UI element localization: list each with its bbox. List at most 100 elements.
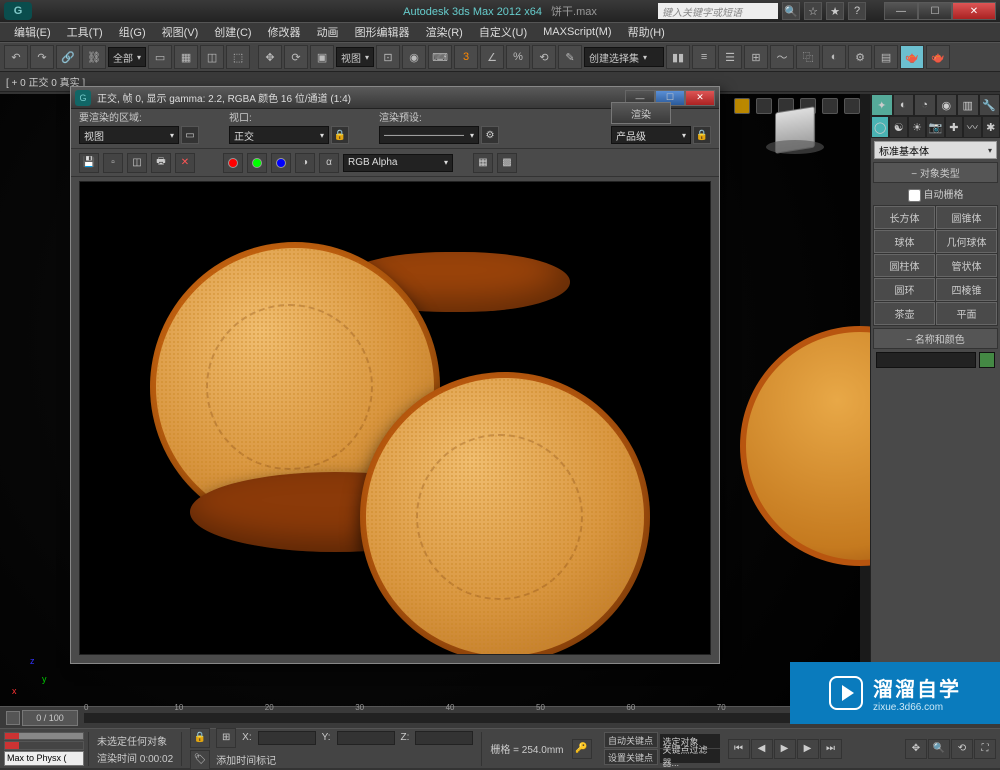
- torus-button[interactable]: 圆环: [874, 278, 935, 301]
- maxscript-listener[interactable]: Max to Physx (: [4, 751, 84, 765]
- select-object-button[interactable]: ▭: [148, 45, 172, 69]
- pyramid-button[interactable]: 四棱锥: [936, 278, 997, 301]
- align-button[interactable]: ≡: [692, 45, 716, 69]
- render-output-viewport[interactable]: [79, 181, 711, 655]
- angle-snap-button[interactable]: ∠: [480, 45, 504, 69]
- goto-end-button[interactable]: ⏭: [820, 739, 842, 759]
- shapes-subtab[interactable]: ☯: [889, 116, 907, 138]
- pan-view-button[interactable]: ✥: [905, 739, 927, 759]
- keyboard-shortcut-button[interactable]: ⌨: [428, 45, 452, 69]
- menu-modifiers[interactable]: 修改器: [260, 24, 309, 40]
- window-crossing-button[interactable]: ⬚: [226, 45, 250, 69]
- spinner-snap-button[interactable]: ⟲: [532, 45, 556, 69]
- play-button[interactable]: ▶: [774, 739, 796, 759]
- object-type-rollout[interactable]: 对象类型: [873, 162, 998, 183]
- tube-button[interactable]: 管状体: [936, 254, 997, 277]
- render-iterative-button[interactable]: 🫖: [926, 45, 950, 69]
- next-frame-button[interactable]: ▶: [797, 739, 819, 759]
- edit-named-sel-button[interactable]: ✎: [558, 45, 582, 69]
- menu-help[interactable]: 帮助(H): [620, 24, 673, 40]
- set-key-button[interactable]: 设置关键点: [604, 749, 658, 765]
- save-image-button[interactable]: 💾: [79, 153, 99, 173]
- menu-edit[interactable]: 编辑(E): [6, 24, 59, 40]
- config-icon[interactable]: [844, 98, 860, 114]
- maximize-button[interactable]: ☐: [918, 2, 952, 20]
- time-config-icon[interactable]: [6, 711, 20, 725]
- lights-subtab[interactable]: ☀: [908, 116, 926, 138]
- menu-maxscript[interactable]: MAXScript(M): [535, 26, 619, 38]
- render-button[interactable]: 渲染: [611, 102, 671, 124]
- material-editor-button[interactable]: ◐: [822, 45, 846, 69]
- enable-red-button[interactable]: [223, 153, 243, 173]
- helpers-subtab[interactable]: ✚: [945, 116, 963, 138]
- menu-customize[interactable]: 自定义(U): [471, 24, 535, 40]
- menu-group[interactable]: 组(G): [111, 24, 154, 40]
- menu-grapheditors[interactable]: 图形编辑器: [347, 24, 418, 40]
- manipulate-button[interactable]: ◉: [402, 45, 426, 69]
- lock-viewport-button[interactable]: 🔒: [331, 126, 349, 144]
- box-button[interactable]: 长方体: [874, 206, 935, 229]
- scale-button[interactable]: ▣: [310, 45, 334, 69]
- unlink-button[interactable]: ⛓: [82, 45, 106, 69]
- mini-trackbar-2[interactable]: [4, 741, 84, 750]
- help-icon[interactable]: ?: [848, 2, 866, 20]
- clear-button[interactable]: ✕: [175, 153, 195, 173]
- snap-toggle-button[interactable]: 3: [454, 45, 478, 69]
- curve-editor-button[interactable]: 〜: [770, 45, 794, 69]
- autogrid-checkbox[interactable]: [908, 189, 921, 202]
- absolute-mode-button[interactable]: ⊞: [216, 728, 236, 748]
- help-search-input[interactable]: 键入关键字或短语: [658, 3, 778, 19]
- monochrome-button[interactable]: ◑: [295, 153, 315, 173]
- name-color-rollout[interactable]: 名称和颜色: [873, 328, 998, 349]
- help-search-icon[interactable]: 🔍: [782, 2, 800, 20]
- plane-button[interactable]: 平面: [936, 302, 997, 325]
- utilities-tab[interactable]: 🔧: [979, 94, 1000, 116]
- undo-button[interactable]: ↶: [4, 45, 28, 69]
- isolate-button[interactable]: 🔑: [572, 739, 592, 759]
- lock-selection-button[interactable]: 🔒: [190, 728, 210, 748]
- favorite-icon[interactable]: ★: [826, 2, 844, 20]
- enable-blue-button[interactable]: [271, 153, 291, 173]
- mirror-button[interactable]: ▮▮: [666, 45, 690, 69]
- render-setup-button-dlg[interactable]: ⚙: [481, 126, 499, 144]
- goto-start-button[interactable]: ⏮: [728, 739, 750, 759]
- menu-create[interactable]: 创建(C): [206, 24, 259, 40]
- enable-green-button[interactable]: [247, 153, 267, 173]
- z-coord-input[interactable]: [415, 731, 473, 745]
- spacewarps-subtab[interactable]: 〰: [963, 116, 981, 138]
- select-name-button[interactable]: ▦: [174, 45, 198, 69]
- percent-snap-button[interactable]: %: [506, 45, 530, 69]
- layer-button[interactable]: ☰: [718, 45, 742, 69]
- signin-icon[interactable]: ☆: [804, 2, 822, 20]
- cone-button[interactable]: 圆锥体: [936, 206, 997, 229]
- menu-views[interactable]: 视图(V): [154, 24, 207, 40]
- modify-tab[interactable]: ◐: [893, 94, 915, 116]
- prev-frame-button[interactable]: ◀: [751, 739, 773, 759]
- auto-key-button[interactable]: 自动关键点: [604, 732, 658, 748]
- time-tag-icon[interactable]: 🏷: [190, 750, 210, 770]
- display-tab[interactable]: ▥: [957, 94, 979, 116]
- menu-rendering[interactable]: 渲染(R): [418, 24, 471, 40]
- create-tab[interactable]: ✦: [871, 94, 893, 116]
- toggle-overlay-button[interactable]: ▩: [497, 153, 517, 173]
- geosphere-button[interactable]: 几何球体: [936, 230, 997, 253]
- toggle-ui-button[interactable]: ▦: [473, 153, 493, 173]
- preset-dropdown[interactable]: ————————: [379, 126, 479, 144]
- production-dropdown[interactable]: 产品级: [611, 126, 691, 144]
- object-color-swatch[interactable]: [979, 352, 995, 368]
- minimize-button[interactable]: —: [884, 2, 918, 20]
- clone-button[interactable]: ◫: [127, 153, 147, 173]
- ref-coord-system[interactable]: 视图: [336, 47, 374, 67]
- zoom-button[interactable]: 🔍: [928, 739, 950, 759]
- render-production-button[interactable]: 🫖: [900, 45, 924, 69]
- move-button[interactable]: ✥: [258, 45, 282, 69]
- redo-button[interactable]: ↷: [30, 45, 54, 69]
- maximize-viewport-button[interactable]: ⛶: [974, 739, 996, 759]
- link-button[interactable]: 🔗: [56, 45, 80, 69]
- rendered-frame-button[interactable]: ▤: [874, 45, 898, 69]
- schematic-view-button[interactable]: ⿻: [796, 45, 820, 69]
- geometry-subtab[interactable]: ◯: [871, 116, 889, 138]
- viewcube[interactable]: [760, 98, 830, 168]
- use-pivot-button[interactable]: ⊡: [376, 45, 400, 69]
- edit-region-button[interactable]: ▭: [181, 126, 199, 144]
